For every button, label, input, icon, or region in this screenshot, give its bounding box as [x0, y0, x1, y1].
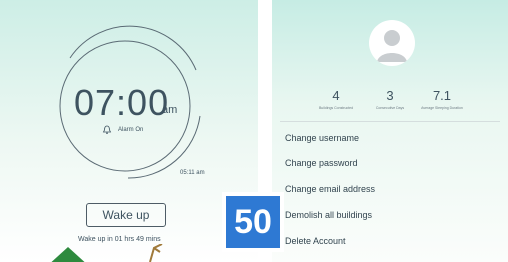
bell-icon [102, 125, 112, 134]
alarm-status-label: Alarm On [118, 127, 144, 133]
menu-change-username[interactable]: Change username [285, 133, 359, 143]
stat-sleep: 7.1 Average Sleeping Duration [412, 88, 472, 110]
wake-up-button[interactable]: Wake up [86, 203, 166, 227]
user-icon [377, 30, 407, 62]
number-badge: 50 [222, 192, 284, 252]
alarm-ampm: am [162, 104, 178, 116]
stat-value: 7.1 [432, 88, 452, 103]
wake-in-text: Wake up in 01 hrs 49 mins [78, 236, 161, 243]
avatar[interactable] [369, 20, 415, 66]
menu-demolish-buildings[interactable]: Demolish all buildings [285, 210, 372, 220]
stat-value: 3 [386, 88, 394, 103]
menu-change-email[interactable]: Change email address [285, 184, 375, 194]
crane-icon [149, 244, 163, 262]
divider [280, 121, 500, 122]
stat-label: Consecutive Days [375, 106, 405, 110]
stat-value: 4 [332, 88, 340, 103]
profile-screen: 4 Buildings Constructed 3 Consecutive Da… [272, 0, 508, 262]
stat-label: Average Sleeping Duration [421, 106, 463, 110]
stat-buildings: 4 Buildings Constructed [306, 88, 366, 110]
stat-days: 3 Consecutive Days [360, 88, 420, 110]
menu-delete-account[interactable]: Delete Account [285, 236, 346, 246]
alarm-screen: 07:00 am Alarm On 05:11 am Wake up Wake … [0, 0, 258, 262]
stat-label: Buildings Constructed [318, 106, 354, 110]
alarm-time: 07:00 [74, 82, 170, 123]
alarm-status[interactable]: Alarm On [102, 125, 143, 135]
tree-icon [46, 247, 90, 262]
wake-time-label: 05:11 am [180, 170, 205, 176]
menu-change-password[interactable]: Change password [285, 158, 358, 168]
